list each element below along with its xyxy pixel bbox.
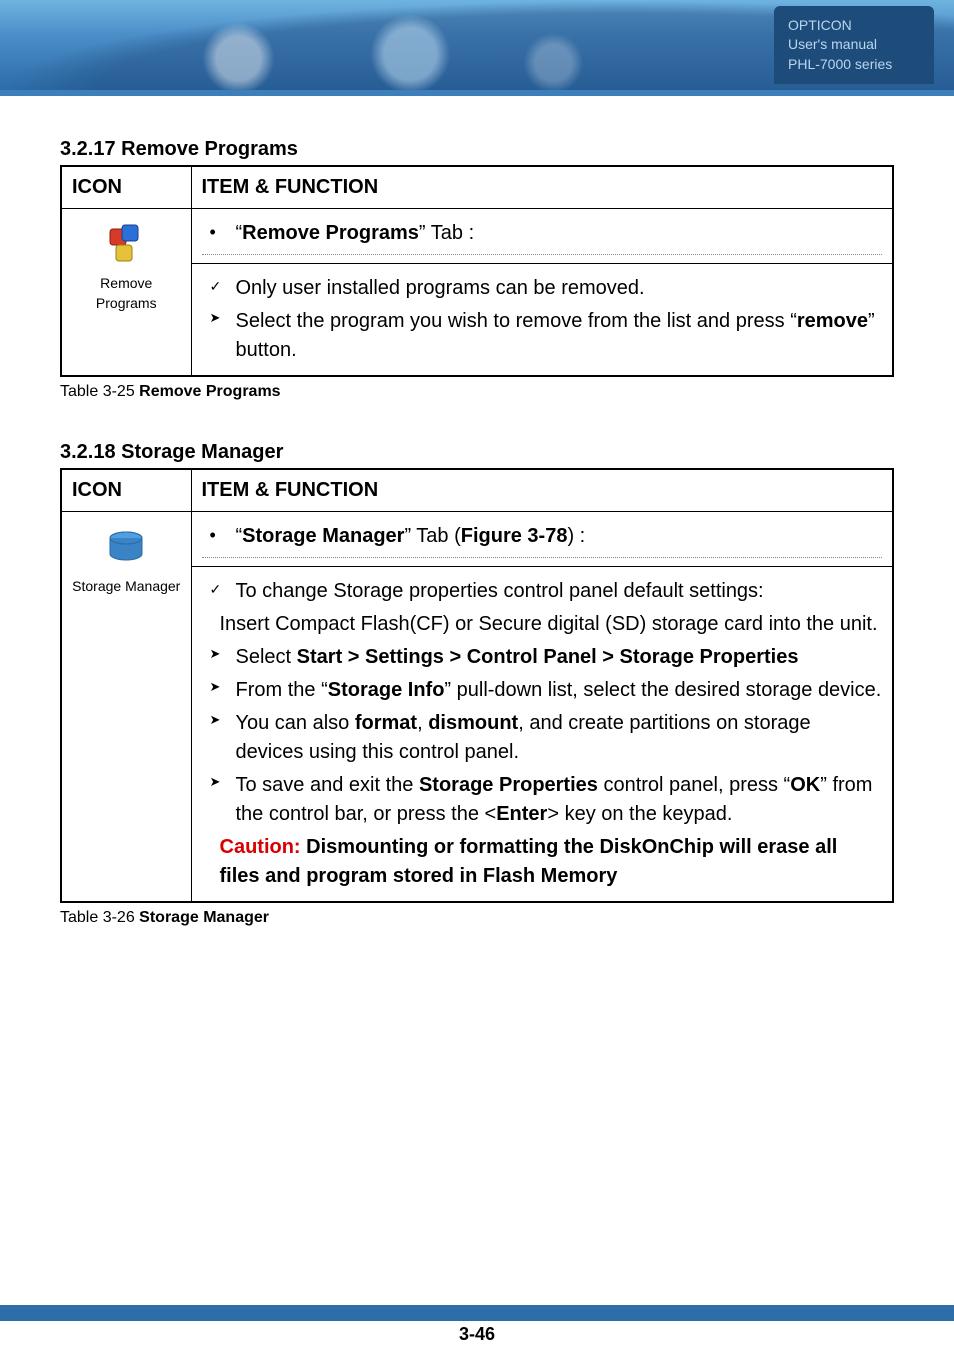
tab-header-storage-manager: “Storage Manager” Tab (Figure 3-78) : xyxy=(191,512,893,567)
tab-header-remove-programs: “Remove Programs” Tab : xyxy=(191,209,893,264)
table-header-icon: ICON xyxy=(61,166,191,209)
header-banner: OPTICON User's manual PHL-7000 series xyxy=(0,0,954,90)
list-item: Select Start > Settings > Control Panel … xyxy=(202,643,883,672)
header-accent-bar xyxy=(0,90,954,96)
footer-accent-bar xyxy=(0,1305,954,1321)
list-item: You can also format, dismount, and creat… xyxy=(202,709,883,767)
page-number: 3-46 xyxy=(0,1324,954,1345)
section-heading-remove-programs: 3.2.17 Remove Programs xyxy=(60,138,894,161)
icon-label-storage-manager: Storage Manager xyxy=(72,576,181,596)
header-info-block: OPTICON User's manual PHL-7000 series xyxy=(774,6,934,85)
header-line3: PHL-7000 series xyxy=(788,55,920,75)
page-header: OPTICON User's manual PHL-7000 series xyxy=(0,0,954,110)
remove-programs-bullets: Only user installed programs can be remo… xyxy=(202,274,883,365)
storage-manager-table: ICON ITEM & FUNCTION Storage Manager xyxy=(60,468,894,903)
icon-cell-remove-programs: Remove Programs xyxy=(61,209,191,377)
table-header-function: ITEM & FUNCTION xyxy=(191,166,893,209)
icon-label-remove-programs: Remove Programs xyxy=(72,273,181,314)
remove-programs-icon xyxy=(72,221,181,269)
list-item: Caution: Dismounting or formatting the D… xyxy=(202,833,883,891)
list-item: To save and exit the Storage Properties … xyxy=(202,771,883,829)
list-item: To change Storage properties control pan… xyxy=(202,577,883,606)
table-header-function: ITEM & FUNCTION xyxy=(191,469,893,512)
list-item: Insert Compact Flash(CF) or Secure digit… xyxy=(202,610,883,639)
table-caption-storage-manager: Table 3-26 Storage Manager xyxy=(60,909,894,927)
list-item: Select the program you wish to remove fr… xyxy=(202,307,883,365)
storage-manager-bullets: To change Storage properties control pan… xyxy=(202,577,883,891)
header-brand: OPTICON xyxy=(788,16,920,36)
header-line2: User's manual xyxy=(788,35,920,55)
storage-manager-icon xyxy=(72,524,181,572)
table-body-storage-manager: To change Storage properties control pan… xyxy=(191,567,893,903)
table-caption-remove-programs: Table 3-25 Remove Programs xyxy=(60,383,894,401)
list-item: Only user installed programs can be remo… xyxy=(202,274,883,303)
section-heading-storage-manager: 3.2.18 Storage Manager xyxy=(60,441,894,464)
table-body-remove-programs: Only user installed programs can be remo… xyxy=(191,264,893,377)
list-item: From the “Storage Info” pull-down list, … xyxy=(202,676,883,705)
icon-cell-storage-manager: Storage Manager xyxy=(61,512,191,903)
table-header-icon: ICON xyxy=(61,469,191,512)
remove-programs-table: ICON ITEM & FUNCTION Remove Programs xyxy=(60,165,894,377)
